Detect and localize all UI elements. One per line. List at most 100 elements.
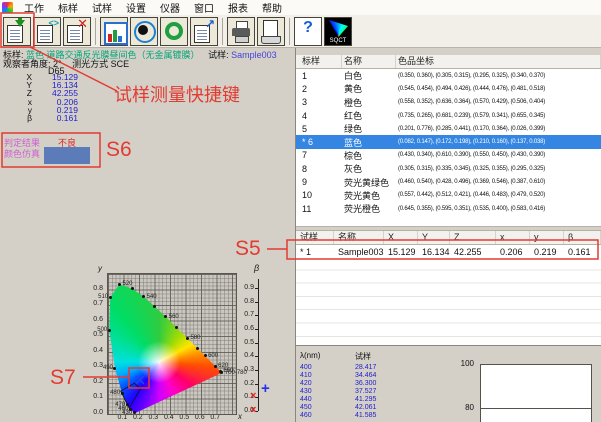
menu-bar: 工作标样试样设置仪器窗口报表帮助 <box>0 0 601 16</box>
standard-coords: (0.735, 0.265), (0.681, 0.239), (0.579, … <box>396 113 601 119</box>
wavelength-label-540: 540 <box>147 294 157 300</box>
standard-num: 7 <box>296 150 342 160</box>
white-calibration-button[interactable] <box>160 17 188 46</box>
chart-view-button[interactable] <box>100 17 128 46</box>
sample-Y: 16.134 <box>418 247 450 257</box>
menu-item-2[interactable]: 标样 <box>51 4 85 15</box>
standard-row-4[interactable]: 4红色(0.735, 0.265), (0.681, 0.239), (0.57… <box>296 109 601 122</box>
tristimulus-values: X15.129Y16.134Z42.255x0.206y0.219β0.161 <box>0 73 110 122</box>
menu-item-8[interactable]: 帮助 <box>255 4 289 15</box>
spectral-plot <box>480 364 592 422</box>
standard-num: 8 <box>296 164 342 174</box>
status-line-settings: 观察者角度: 2° 测光方式 SCE <box>3 57 129 70</box>
beta-sample-marker: + <box>261 381 270 397</box>
annotation-s5-label: S5 <box>235 237 261 261</box>
y-tick-0.7: 0.7 <box>86 300 103 308</box>
reflectance-value: 36.300 <box>355 380 376 388</box>
sample-X: 15.129 <box>384 247 418 257</box>
beta-axis-line <box>258 279 259 411</box>
standard-row-10[interactable]: 10荧光黄色(0.557, 0.442), (0.512, 0.421), (0… <box>296 189 601 202</box>
menu-item-6[interactable]: 窗口 <box>187 4 221 15</box>
samples-empty-rows <box>296 257 601 345</box>
measure-sample-button[interactable] <box>3 17 31 46</box>
wavelength-label-560: 560 <box>169 314 179 320</box>
chromaticity-overlay <box>108 274 236 414</box>
menu-item-3[interactable]: 试样 <box>85 4 119 15</box>
x-tick-0.3: 0.3 <box>148 414 158 422</box>
standard-name: 荧光黄绿色 <box>342 176 396 189</box>
standard-coords: (0.201, 0.776), (0.285, 0.441), (0.170, … <box>396 126 601 132</box>
beta-tick-mark <box>255 288 258 289</box>
wavelength-label-600: 600 <box>208 353 218 359</box>
panel-gap <box>296 48 601 55</box>
standards-table-body: 1白色(0.350, 0.360), (0.305, 0.315), (0.29… <box>296 69 601 215</box>
standard-row-1[interactable]: 1白色(0.350, 0.360), (0.305, 0.315), (0.29… <box>296 69 601 82</box>
help-button[interactable]: ? <box>294 17 322 46</box>
print-button[interactable] <box>227 17 255 46</box>
samples-header-name: 名称 <box>334 231 384 244</box>
standard-num: 9 <box>296 177 342 187</box>
samples-header-X: X <box>384 231 418 244</box>
print-preview-button[interactable] <box>257 17 285 46</box>
samples-header-num: 试样 <box>296 231 334 244</box>
standard-num: 2 <box>296 84 342 94</box>
color-gamut-icon <box>329 20 348 37</box>
standard-row-2[interactable]: 2黄色(0.545, 0.454), (0.494, 0.426), (0.44… <box>296 82 601 95</box>
samples-header-Z: Z <box>450 231 496 244</box>
menu-item-7[interactable]: 报表 <box>221 4 255 15</box>
standard-coords: (0.545, 0.454), (0.494, 0.426), (0.444, … <box>396 86 601 92</box>
standard-row-6[interactable]: * 6蓝色(0.082, 0.147), (0.172, 0.198), (0.… <box>296 135 601 148</box>
spectral-gridline-80 <box>481 408 591 409</box>
samples-header-x: x <box>496 231 530 244</box>
toolbar-separator <box>222 18 223 45</box>
delete-sample-button[interactable]: ✕ <box>63 17 91 46</box>
spectral-sample-header: 试样 <box>355 351 371 362</box>
samples-table: 试样 名称 X Y Z x y β * 1Sample00315.12916.1… <box>296 231 601 345</box>
wavelength-label-500: 500 <box>87 327 107 333</box>
standard-row-5[interactable]: 5绿色(0.201, 0.776), (0.285, 0.441), (0.17… <box>296 122 601 135</box>
question-mark-icon: ? <box>295 19 321 37</box>
sample-label: 试样: <box>208 50 229 60</box>
standard-row-9[interactable]: 9荧光黄绿色(0.460, 0.540), (0.428, 0.496), (0… <box>296 175 601 188</box>
black-calibration-button[interactable] <box>130 17 158 46</box>
y-tick-0.2: 0.2 <box>86 378 103 386</box>
y-axis-letter: y <box>98 264 102 273</box>
standards-header-name: 名称 <box>342 55 396 68</box>
menu-item-5[interactable]: 仪器 <box>153 4 187 15</box>
reflectance-value: 34.464 <box>355 372 376 380</box>
sqct-button[interactable]: SQCT <box>324 17 352 46</box>
beta-tick-mark <box>255 370 258 371</box>
standard-coords: (0.460, 0.540), (0.428, 0.496), (0.369, … <box>396 179 601 185</box>
standards-table: 标样 名称 色品坐标 1白色(0.350, 0.360), (0.305, 0.… <box>296 55 601 226</box>
annotation-shortcut-text: 试样测量快捷键 <box>114 81 240 107</box>
standard-name: 荧光黄色 <box>342 189 396 202</box>
beta-tick-mark <box>255 343 258 344</box>
beta-axis-label: β <box>254 263 259 273</box>
menu-item-4[interactable]: 设置 <box>119 4 153 15</box>
beta-tick-mark <box>255 356 258 357</box>
samples-table-header: 试样 名称 X Y Z x y β <box>296 231 601 245</box>
white-calibration-icon <box>165 22 183 40</box>
x-tick-0.7: 0.7 <box>210 414 220 422</box>
wavelength-value: 410 <box>300 372 312 380</box>
standard-num: 3 <box>296 97 342 107</box>
locus-dot <box>196 347 199 350</box>
standard-row-11[interactable]: 11荧光橙色(0.645, 0.355), (0.595, 0.351), (0… <box>296 202 601 215</box>
beta-tick-0.4: 0.4 <box>240 352 254 360</box>
standard-row-7[interactable]: 7棕色(0.430, 0.340), (0.610, 0.390), (0.55… <box>296 149 601 162</box>
standards-header-coords: 色品坐标 <box>396 55 601 68</box>
beta-tick-mark <box>255 315 258 316</box>
sample-data-button[interactable]: <> <box>33 17 61 46</box>
wavelength-label-480: 480 <box>100 390 120 396</box>
annotation-s7-label: S7 <box>50 366 76 390</box>
standard-name: 蓝色 <box>342 136 396 149</box>
wavelength-value: 450 <box>300 404 312 412</box>
standard-row-3[interactable]: 3橙色(0.558, 0.352), (0.636, 0.364), (0.57… <box>296 96 601 109</box>
menu-item-1[interactable]: 工作 <box>17 4 51 15</box>
standard-name: 绿色 <box>342 122 396 135</box>
standard-row-8[interactable]: 8灰色(0.305, 0.315), (0.335, 0.345), (0.32… <box>296 162 601 175</box>
wavelength-label-430: 430 <box>112 410 132 416</box>
export-report-button[interactable]: ↗ <box>190 17 218 46</box>
sample-Z: 42.255 <box>450 247 496 257</box>
color-simulation-label: 颜色仿真 <box>4 147 40 160</box>
